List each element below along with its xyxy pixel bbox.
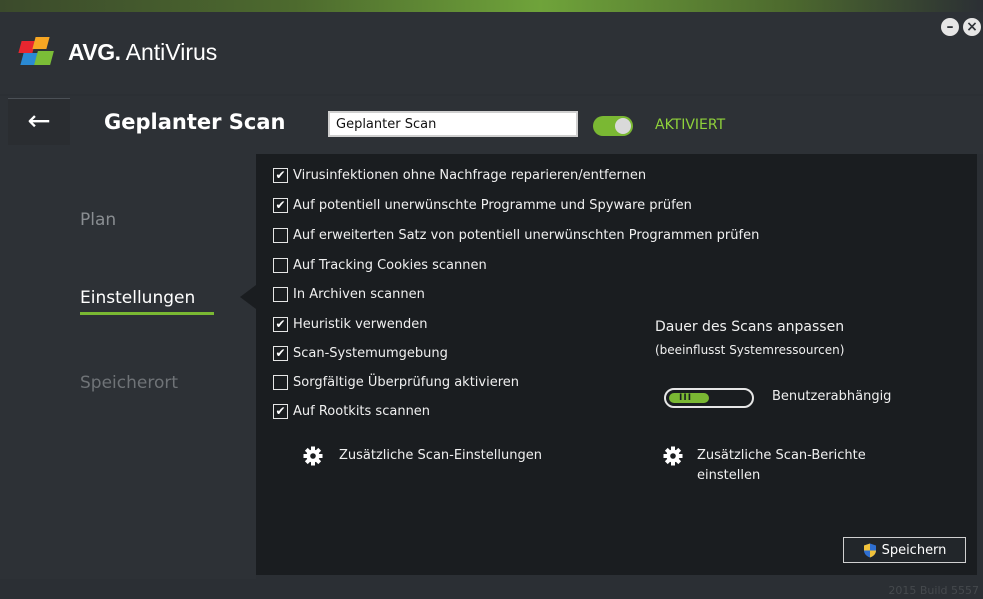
page-title: Geplanter Scan [104,110,286,134]
sidebar [0,154,256,579]
reports-link-line2: einstellen [697,468,761,483]
option-label: Heuristik verwenden [293,316,428,332]
gear-icon[interactable] [303,446,323,466]
option-label: Auf Tracking Cookies scannen [293,257,487,273]
settings-panel [256,154,977,575]
checkbox[interactable]: ✔ [273,316,288,332]
option-row[interactable]: Auf erweiterten Satz von potentiell uner… [273,226,759,244]
app-name-bold: AVG. [68,38,121,65]
option-label: Sorgfältige Überprüfung aktivieren [293,374,520,390]
arrow-left-icon: ← [27,104,51,137]
sidebar-item-location[interactable]: Speicherort [80,373,178,393]
duration-title: Dauer des Scans anpassen [655,319,845,335]
build-info: 2015 Build 5557 [888,584,979,597]
uac-shield-icon [863,543,876,557]
option-row[interactable]: Sorgfältige Überprüfung aktivieren [273,373,519,391]
checkbox[interactable]: ✔ [273,345,288,361]
checkbox[interactable] [273,286,288,302]
close-button[interactable]: × [963,18,981,36]
back-button[interactable]: ← [8,98,70,145]
save-button[interactable]: Speichern [843,537,966,563]
enabled-toggle[interactable] [593,116,633,136]
sidebar-item-settings[interactable]: Einstellungen [80,288,195,308]
active-pointer [240,285,256,309]
gear-icon[interactable] [663,446,683,466]
checkbox[interactable]: ✔ [273,403,288,419]
option-row[interactable]: ✔ Auf Rootkits scannen [273,402,430,420]
checkbox[interactable] [273,374,288,390]
toggle-knob [615,118,631,134]
additional-scan-settings-link[interactable]: Zusätzliche Scan-Einstellungen [339,446,542,466]
option-row[interactable]: ✔ Auf potentiell unerwünschte Programme u… [273,196,692,214]
option-row[interactable]: Auf Tracking Cookies scannen [273,256,487,274]
sidebar-item-plan[interactable]: Plan [80,210,116,230]
footer [0,579,983,599]
option-label: Auf potentiell unerwünschte Programme un… [293,197,692,213]
option-row[interactable]: In Archiven scannen [273,285,425,303]
active-tab-underline [80,312,214,315]
option-label: Auf erweiterten Satz von potentiell uner… [293,227,760,243]
option-row[interactable]: ✔ Virusinfektionen ohne Nachfrage reparie… [273,166,646,184]
reports-link-line1: Zusätzliche Scan-Berichte [697,448,866,463]
option-label: In Archiven scannen [293,286,425,302]
duration-slider[interactable] [664,388,754,408]
minimize-button[interactable]: – [941,18,959,36]
app-name: AVG. AntiVirus [68,39,217,66]
avg-logo-icon [18,37,58,67]
checkbox[interactable]: ✔ [273,197,288,213]
option-label: Scan-Systemumgebung [293,345,448,361]
option-row[interactable]: ✔ Heuristik verwenden [273,315,428,333]
app-name-rest: AntiVirus [120,38,218,65]
checkbox[interactable] [273,257,288,273]
duration-value-label: Benutzerabhängig [772,389,892,404]
top-accent-strip [0,0,983,12]
slider-grip[interactable]: III [679,393,692,403]
duration-subtitle: (beeinflusst Systemressourcen) [655,343,845,357]
option-label: Virusinfektionen ohne Nachfrage reparier… [293,167,647,183]
option-row[interactable]: ✔ Scan-Systemumgebung [273,344,448,362]
checkbox[interactable]: ✔ [273,167,288,183]
toggle-status-label: AKTIVIERT [655,117,726,133]
save-button-label: Speichern [881,542,947,558]
option-label: Auf Rootkits scannen [293,403,431,419]
additional-scan-reports-link[interactable]: Zusätzliche Scan-Berichte einstellen [697,446,866,486]
checkbox[interactable] [273,227,288,243]
scan-name-input[interactable] [328,111,578,137]
app-logo: AVG. AntiVirus [18,32,217,72]
